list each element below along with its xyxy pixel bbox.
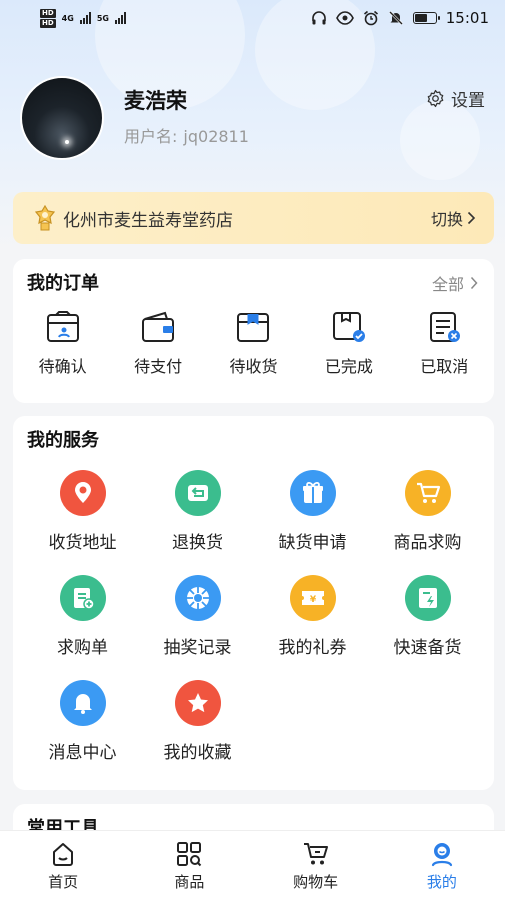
order-pending-payment[interactable]: 待支付 (118, 311, 198, 377)
signal-icon (114, 12, 126, 24)
status-time: 15:01 (445, 9, 489, 27)
service-coupons[interactable]: ¥ 我的礼券 (255, 575, 370, 658)
lottery-icon (174, 575, 221, 621)
service-return[interactable]: 退换货 (140, 470, 255, 553)
svg-text:¥: ¥ (309, 595, 316, 605)
store-banner[interactable]: 化州市麦生益寿堂药店 切换 (13, 192, 494, 244)
orders-card: 我的订单 全部 待确认 待支付 待收货 已完成 已取消 (13, 259, 494, 403)
status-bar: HD HD 4G 5G 15:01 (0, 0, 505, 36)
service-message-center[interactable]: 消息中心 (25, 680, 140, 763)
switch-label: 切换 (430, 210, 463, 229)
username-value: jq02811 (183, 127, 249, 146)
battery-icon (412, 12, 440, 24)
tab-cart[interactable]: 购物车 (253, 831, 379, 899)
headphones-icon (311, 11, 326, 25)
service-favorites[interactable]: 我的收藏 (140, 680, 255, 763)
user-name: 麦浩荣 (124, 89, 187, 113)
profile-icon (431, 843, 452, 867)
grid-search-icon (177, 842, 202, 867)
return-icon (174, 470, 221, 516)
service-quick-stock[interactable]: 快速备货 (370, 575, 485, 658)
service-address[interactable]: 收货地址 (25, 470, 140, 553)
bell-icon (59, 680, 106, 726)
chevron-right-icon (467, 211, 476, 225)
gift-icon (289, 470, 336, 516)
signal-icon (79, 12, 91, 24)
tab-products[interactable]: 商品 (126, 831, 252, 899)
tab-home[interactable]: 首页 (0, 831, 126, 899)
cart-icon (404, 470, 451, 516)
cancelled-icon (430, 312, 461, 342)
order-cancelled[interactable]: 已取消 (404, 311, 484, 377)
store-name: 化州市麦生益寿堂药店 (63, 210, 233, 231)
home-icon (53, 843, 74, 866)
request-list-icon (59, 575, 106, 621)
services-card: 我的服务 收货地址 退换货 缺货申请 商品求购 求购单 抽奖记录 ¥ 我的礼券 … (13, 416, 494, 790)
order-completed[interactable]: 已完成 (309, 311, 389, 377)
username-line: 用户名: jq02811 (124, 123, 249, 147)
store-badge-icon (34, 205, 56, 231)
location-icon (59, 470, 106, 516)
alarm-icon (363, 10, 378, 26)
settings-button[interactable]: 设置 (426, 86, 485, 111)
service-lottery-records[interactable]: 抽奖记录 (140, 575, 255, 658)
order-pending-receipt[interactable]: 待收货 (213, 311, 293, 377)
avatar[interactable] (20, 76, 104, 160)
all-orders-label: 全部 (431, 275, 464, 294)
package-icon (237, 313, 270, 342)
order-pending-confirm[interactable]: 待确认 (23, 311, 103, 377)
services-title: 我的服务 (27, 430, 99, 451)
gear-icon (427, 89, 444, 108)
bottom-tab-bar: 首页 商品 购物车 我的 (0, 830, 505, 899)
service-product-request[interactable]: 商品求购 (370, 470, 485, 553)
mute-icon (388, 11, 403, 25)
chevron-right-icon (470, 276, 478, 290)
profile-page: HD HD 4G 5G 15:01 麦浩荣 用户名: jq02811 设置 化州市麦… (0, 0, 505, 899)
tab-mine[interactable]: 我的 (379, 831, 505, 899)
network-indicators: HD HD 4G 5G (40, 8, 126, 28)
username-label: 用户名: (124, 127, 178, 146)
profile-header: 麦浩荣 用户名: jq02811 设置 (20, 76, 485, 160)
wallet-icon (142, 311, 175, 342)
service-request-list[interactable]: 求购单 (25, 575, 140, 658)
orders-title: 我的订单 (27, 273, 99, 294)
quick-stock-icon (404, 575, 451, 621)
completed-icon (332, 312, 365, 342)
settings-label: 设置 (451, 91, 485, 111)
pending-confirm-icon (46, 311, 79, 342)
coupon-icon: ¥ (289, 575, 336, 621)
switch-store-button[interactable]: 切换 (431, 206, 476, 230)
service-stock-request[interactable]: 缺货申请 (255, 470, 370, 553)
eye-icon (335, 11, 354, 25)
all-orders-link[interactable]: 全部 (432, 271, 478, 295)
shopping-cart-icon (303, 843, 328, 865)
star-icon (174, 680, 221, 726)
